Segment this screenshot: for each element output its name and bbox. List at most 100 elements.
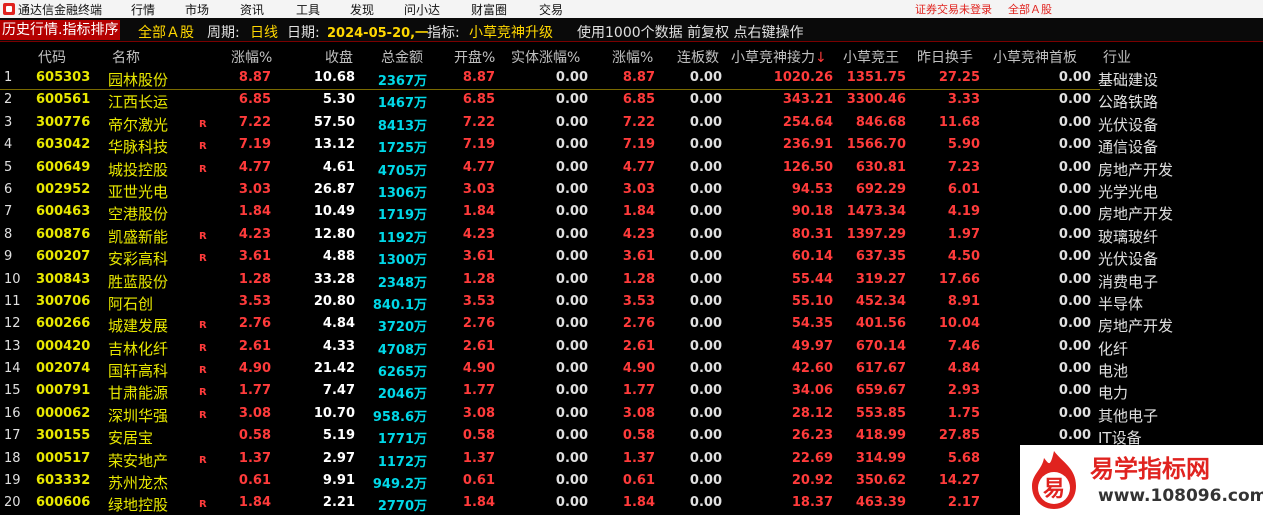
header-name[interactable]: 名称 <box>112 47 140 67</box>
menu-item-news[interactable]: 资讯 <box>240 1 264 18</box>
first-board-value: 0.00 <box>1058 428 1091 444</box>
change-pct: 6.85 <box>238 92 271 108</box>
market-link[interactable]: 全部Ａ股 <box>1008 1 1052 17</box>
menu-item-quotes[interactable]: 行情 <box>131 1 155 18</box>
total-amount: 2046万 <box>377 387 427 403</box>
industry: 基础建设 <box>1098 71 1159 89</box>
history-sort-tag[interactable]: 历史行情.指标排序 <box>0 20 121 40</box>
stock-name: 吉林化纤 <box>108 339 169 358</box>
close-price: 57.50 <box>313 114 355 130</box>
change-pct: 1.84 <box>238 204 271 220</box>
table-row[interactable]: 12 600266 城建发展 R 2.76 4.84 3720万 2.76 0.… <box>0 313 1263 335</box>
stock-name: 空港股份 <box>108 205 169 224</box>
body-pct: 0.00 <box>555 405 588 421</box>
open-pct: 1.37 <box>462 450 495 466</box>
header-open-pct[interactable]: 开盘% <box>454 47 495 67</box>
limit-days: 0.00 <box>689 137 722 153</box>
menu-item-wenxiaoda[interactable]: 问小达 <box>404 1 440 18</box>
table-row[interactable]: 8 600876 凯盛新能 R 4.23 12.80 1192万 4.23 0.… <box>0 224 1263 246</box>
table-row[interactable]: 10 300843 胜蓝股份 1.28 33.28 2348万 1.28 0.0… <box>0 269 1263 291</box>
change-pct-2: 2.61 <box>622 338 655 354</box>
king-value: 350.62 <box>855 473 906 489</box>
table-row[interactable]: 3 300776 帝尔激光 R 7.22 57.50 8413万 7.22 0.… <box>0 112 1263 134</box>
table-row[interactable]: 5 600649 城投控股 R 4.77 4.61 4705万 4.77 0.0… <box>0 157 1263 179</box>
app-title: 通达信金融终端 <box>18 3 103 17</box>
table-row[interactable]: 7 600463 空港股份 1.84 10.49 1719万 1.84 0.00… <box>0 201 1263 223</box>
table-row[interactable]: 11 300706 阿石创 3.53 20.80 840.1万 3.53 0.0… <box>0 291 1263 313</box>
period-value[interactable]: 日线 <box>250 22 278 42</box>
row-index: 14 <box>4 361 21 377</box>
stock-code: 603332 <box>36 473 91 489</box>
close-price: 10.68 <box>313 70 355 85</box>
body-pct: 0.00 <box>555 226 588 242</box>
table-row[interactable]: 6 002952 亚世光电 3.03 26.87 1306万 3.03 0.00… <box>0 179 1263 201</box>
change-pct: 3.53 <box>238 293 271 309</box>
header-relay[interactable]: 小草竞神接力↓ <box>731 47 827 67</box>
limit-days: 0.00 <box>689 383 722 399</box>
open-pct: 1.84 <box>462 495 495 511</box>
menu-item-wealth-circle[interactable]: 财富圈 <box>471 1 507 18</box>
margin-r-badge: R <box>199 342 207 354</box>
row-index: 17 <box>4 428 21 444</box>
table-row[interactable]: 2 600561 江西长运 6.85 5.30 1467万 6.85 0.00 … <box>0 89 1263 111</box>
header-code[interactable]: 代码 <box>38 47 66 67</box>
table-row[interactable]: 9 600207 安彩高科 R 3.61 4.88 1300万 3.61 0.0… <box>0 246 1263 268</box>
header-amount[interactable]: 总金额 <box>381 47 423 67</box>
open-pct: 3.53 <box>462 293 495 309</box>
header-body-pct[interactable]: 实体涨幅% <box>511 47 580 67</box>
stock-code: 000791 <box>36 383 91 399</box>
table-row[interactable]: 14 002074 国轩高科 R 4.90 21.42 6265万 4.90 0… <box>0 358 1263 380</box>
row-index: 2 <box>4 92 13 108</box>
watermark-url: www.108096.com <box>1098 486 1263 506</box>
row-index: 16 <box>4 405 21 421</box>
header-close[interactable]: 收盘 <box>325 47 353 67</box>
header-limit-days[interactable]: 连板数 <box>677 47 719 67</box>
date-value[interactable]: 2024-05-20,一 <box>327 22 428 41</box>
body-pct: 0.00 <box>555 293 588 309</box>
body-pct: 0.00 <box>555 204 588 220</box>
change-pct: 8.87 <box>238 70 271 85</box>
total-amount: 1771万 <box>377 432 427 448</box>
table-row[interactable]: 15 000791 甘肃能源 R 1.77 7.47 2046万 1.77 0.… <box>0 380 1263 402</box>
menu-item-discover[interactable]: 发现 <box>350 1 374 18</box>
king-value: 692.29 <box>855 181 906 197</box>
stock-code: 002074 <box>36 361 91 377</box>
body-pct: 0.00 <box>555 316 588 332</box>
menu-item-market[interactable]: 市场 <box>185 1 209 18</box>
app-logo-icon <box>3 3 15 15</box>
menu-item-tools[interactable]: 工具 <box>296 1 320 18</box>
table-row[interactable]: 16 000062 深圳华强 R 3.08 10.70 958.6万 3.08 … <box>0 403 1263 425</box>
stock-name: 园林股份 <box>108 71 169 89</box>
close-price: 4.84 <box>322 316 355 332</box>
table-row[interactable]: 13 000420 吉林化纤 R 2.61 4.33 4708万 2.61 0.… <box>0 336 1263 358</box>
row-index: 13 <box>4 338 21 354</box>
change-pct-2: 3.08 <box>622 405 655 421</box>
header-industry[interactable]: 行业 <box>1103 47 1131 67</box>
market-selector[interactable]: 全部Ａ股 <box>138 22 194 42</box>
header-king[interactable]: 小草竞王 <box>843 47 899 67</box>
king-value: 637.35 <box>855 249 906 265</box>
stock-name: 亚世光电 <box>108 182 169 201</box>
table-row[interactable]: 1 605303 园林股份 8.87 10.68 2367万 8.87 0.00… <box>0 67 1263 89</box>
login-status-link[interactable]: 证券交易未登录 <box>915 1 992 17</box>
stock-name: 凯盛新能 <box>108 227 169 246</box>
turnover-value: 7.23 <box>947 159 980 175</box>
header-change-pct[interactable]: 涨幅% <box>231 47 272 67</box>
stock-name: 苏州龙杰 <box>108 474 169 493</box>
margin-r-badge: R <box>199 387 207 399</box>
table-row[interactable]: 4 603042 华脉科技 R 7.19 13.12 1725万 7.19 0.… <box>0 134 1263 156</box>
header-relay-label: 小草竞神接力 <box>731 50 815 66</box>
header-change-pct-2[interactable]: 涨幅% <box>612 47 653 67</box>
body-pct: 0.00 <box>555 495 588 511</box>
change-pct-2: 3.61 <box>622 249 655 265</box>
total-amount: 3720万 <box>377 320 427 336</box>
indicator-value[interactable]: 小草竞神升级 <box>469 22 553 42</box>
stock-name: 国轩高科 <box>108 362 169 381</box>
stock-name: 阿石创 <box>108 294 154 313</box>
stock-name: 帝尔激光 <box>108 115 169 134</box>
header-first-board[interactable]: 小草竞神首板 <box>993 47 1077 67</box>
king-value: 314.99 <box>855 450 906 466</box>
menu-item-trade[interactable]: 交易 <box>539 1 563 18</box>
row-index: 10 <box>4 271 21 287</box>
header-turnover[interactable]: 昨日换手 <box>917 47 973 67</box>
